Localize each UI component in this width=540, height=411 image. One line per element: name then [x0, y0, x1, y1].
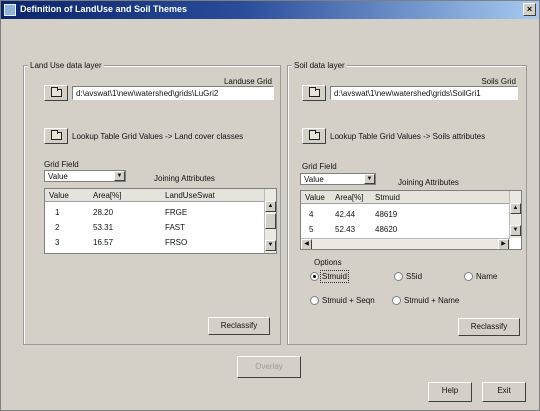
table-cell: 16.57	[93, 238, 114, 247]
soil-grid-label: Soils Grid	[481, 77, 516, 86]
option-stmuid-seqn-radio[interactable]	[310, 296, 319, 305]
option-name-label[interactable]: Name	[476, 272, 497, 281]
landuse-table-header: Value Area[%] LandUseSwat	[45, 189, 276, 202]
chevron-down-icon[interactable]: ▼	[114, 171, 125, 181]
folder-icon	[51, 130, 62, 140]
landuse-vertical-scrollbar[interactable]: ▲ ▼	[264, 189, 276, 253]
landuse-grid-label: Landuse Grid	[223, 77, 272, 86]
table-cell: 3	[55, 238, 60, 247]
landuse-grid-path-field[interactable]: d:\avswat\1\new\watershed\grids\LuGri2	[72, 86, 274, 100]
folder-icon	[309, 130, 320, 140]
dialog-window: Definition of LandUse and Soil Themes × …	[0, 0, 540, 411]
soil-group-label: Soil data layer	[292, 61, 347, 70]
column-header[interactable]: Area[%]	[93, 191, 121, 200]
landuse-group: Land Use data layer Landuse Grid d:\avsw…	[23, 61, 281, 345]
soil-grid-field-label: Grid Field	[302, 162, 337, 171]
table-cell: FRGE	[165, 208, 188, 217]
scroll-up-icon[interactable]: ▲	[265, 201, 276, 212]
table-row[interactable]: 2 53.31 FAST	[45, 221, 276, 234]
column-header[interactable]: Area[%]	[335, 193, 363, 202]
option-stmuid-seqn-label[interactable]: Stmuid + Seqn	[322, 296, 375, 305]
soil-vertical-scrollbar[interactable]: ▲ ▼	[509, 191, 521, 238]
close-button[interactable]: ×	[523, 3, 536, 16]
soil-grid-field-value: Value	[304, 175, 324, 184]
column-header[interactable]: Value	[49, 191, 69, 200]
table-cell: 1	[55, 208, 60, 217]
soil-browse-button[interactable]	[302, 85, 326, 101]
overlay-button[interactable]: Overlay	[237, 356, 301, 378]
table-cell: FAST	[165, 223, 186, 232]
scroll-down-icon[interactable]: ▼	[510, 225, 521, 236]
option-name-radio[interactable]	[464, 272, 473, 281]
option-s5id-label[interactable]: S5id	[406, 272, 422, 281]
table-cell: 5	[309, 225, 314, 234]
landuse-grid-field-value: Value	[48, 172, 68, 181]
landuse-lookup-label: Lookup Table Grid Values -> Land cover c…	[72, 132, 244, 141]
option-stmuid-name-radio[interactable]	[392, 296, 401, 305]
option-stmuid-label[interactable]: Stmuid	[320, 270, 349, 283]
table-row[interactable]: 3 16.57 FRSO	[45, 236, 276, 249]
landuse-group-label: Land Use data layer	[28, 61, 104, 70]
exit-button[interactable]: Exit	[482, 382, 526, 402]
help-button[interactable]: Help	[428, 382, 472, 402]
column-header[interactable]: Stmuid	[375, 193, 400, 202]
column-header[interactable]: LandUseSwat	[165, 191, 215, 200]
landuse-table[interactable]: Value Area[%] LandUseSwat 1 28.20 FRGE 2…	[44, 188, 277, 254]
table-cell: 48619	[375, 210, 398, 219]
option-stmuid-name-label[interactable]: Stmuid + Name	[404, 296, 459, 305]
soil-reclassify-button[interactable]: Reclassify	[458, 318, 520, 336]
table-row[interactable]: 5 52.43 48620	[301, 223, 521, 236]
soil-group: Soil data layer Soils Grid d:\avswat\1\n…	[287, 61, 527, 345]
folder-icon	[309, 87, 320, 97]
scroll-down-icon[interactable]: ▼	[265, 240, 276, 251]
scroll-right-icon[interactable]: ▶	[498, 239, 509, 249]
soil-table[interactable]: Value Area[%] Stmuid 4 42.44 48619 5 52.…	[300, 190, 522, 250]
soil-grid-path-field[interactable]: d:\avswat\1\new\watershed\grids\SoilGri1	[330, 86, 518, 100]
app-icon	[4, 4, 16, 16]
title-bar[interactable]: Definition of LandUse and Soil Themes ×	[1, 1, 539, 19]
table-cell: 42.44	[335, 210, 356, 219]
table-row[interactable]: 4 42.44 48619	[301, 208, 521, 221]
soil-lookup-button[interactable]	[302, 128, 326, 144]
option-stmuid-radio[interactable]	[310, 272, 319, 281]
soil-lookup-label: Lookup Table Grid Values -> Soils attrib…	[330, 132, 486, 141]
landuse-grid-field-label: Grid Field	[44, 160, 79, 169]
column-header[interactable]: Value	[305, 193, 325, 202]
scroll-thumb[interactable]	[265, 213, 276, 229]
scroll-left-icon[interactable]: ◀	[301, 239, 312, 249]
landuse-joining-label: Joining Attributes	[154, 174, 215, 183]
folder-icon	[51, 87, 62, 97]
soil-options-label: Options	[314, 258, 342, 267]
table-cell: 28.20	[93, 208, 114, 217]
table-cell: 52.43	[335, 225, 356, 234]
table-cell: 48620	[375, 225, 398, 234]
soil-joining-label: Joining Attributes	[398, 178, 459, 187]
landuse-browse-button[interactable]	[44, 85, 68, 101]
option-s5id-radio[interactable]	[394, 272, 403, 281]
table-cell: FRSO	[165, 238, 188, 247]
table-cell: 2	[55, 223, 60, 232]
table-row[interactable]: 1 28.20 FRGE	[45, 206, 276, 219]
soil-table-header: Value Area[%] Stmuid	[301, 191, 521, 204]
landuse-lookup-button[interactable]	[44, 128, 68, 144]
landuse-grid-field-select[interactable]: Value ▼	[44, 170, 126, 182]
chevron-down-icon[interactable]: ▼	[364, 174, 375, 184]
soil-horizontal-scrollbar[interactable]: ◀ ▶	[301, 238, 510, 249]
window-title: Definition of LandUse and Soil Themes	[20, 4, 188, 14]
scroll-up-icon[interactable]: ▲	[510, 203, 521, 214]
table-cell: 53.31	[93, 223, 114, 232]
soil-grid-field-select[interactable]: Value ▼	[300, 173, 376, 185]
table-cell: 4	[309, 210, 314, 219]
landuse-reclassify-button[interactable]: Reclassify	[208, 317, 270, 335]
